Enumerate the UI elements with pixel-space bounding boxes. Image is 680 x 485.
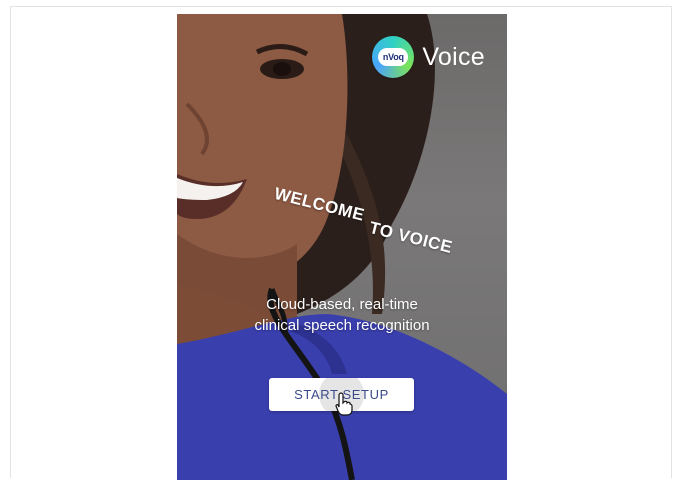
subtitle-line2: clinical speech recognition [254,317,430,334]
app-logo: nVoq Voice [372,36,485,78]
hand-pointer-icon [335,392,353,416]
app-name: Voice [422,42,485,71]
nvoq-logo-icon: nVoq [372,36,415,78]
subtitle: Cloud-based, real-time clinical speech r… [177,294,507,336]
subtitle-line1: Cloud-based, real-time [266,296,418,313]
logo-badge-text: nVoq [378,48,409,66]
